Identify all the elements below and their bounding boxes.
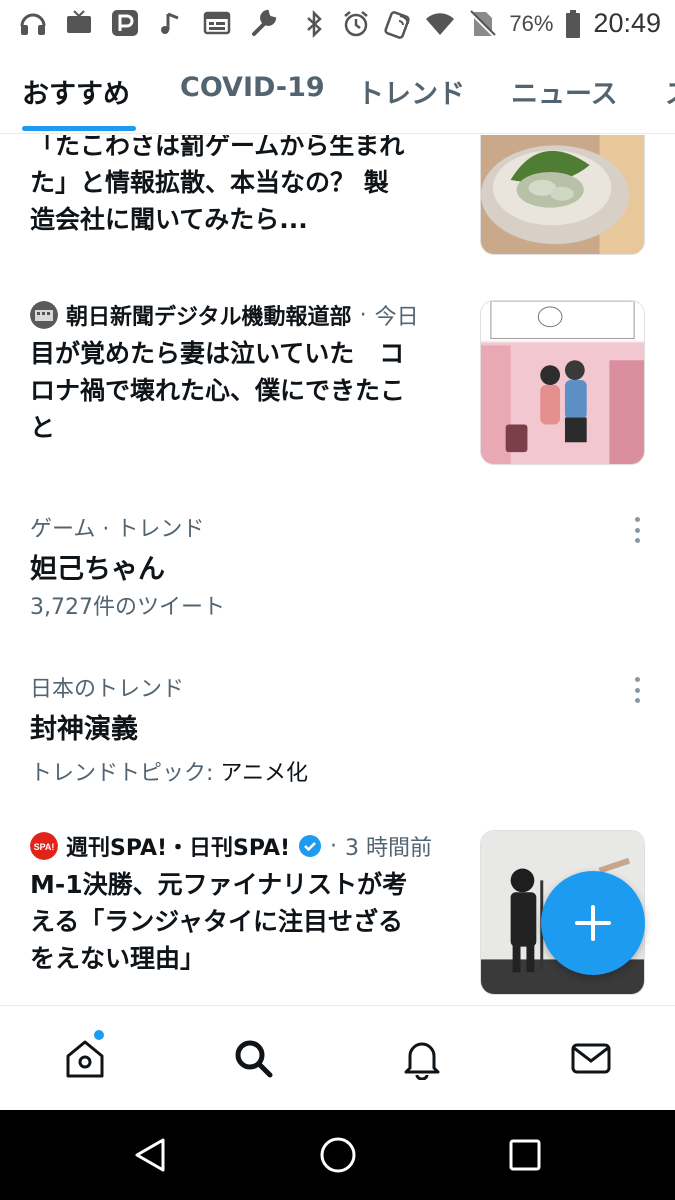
title-line: 造会社に聞いてみたら... [30, 205, 308, 234]
source-avatar-spa: SPA! [30, 832, 58, 860]
wifi-icon [425, 9, 455, 39]
source-avatar [30, 301, 58, 329]
title-line: ロナ禍で壊れた心、僕にできたこ [30, 376, 406, 405]
trend-category: 日本のトレンド [30, 677, 185, 702]
parking-app-icon [110, 8, 140, 38]
trend-tweet-count: 3,727件のツイート [30, 595, 225, 620]
compose-tweet-button[interactable] [541, 871, 645, 975]
tab-sports[interactable]: ス [665, 72, 675, 111]
explore-tabs: おすすめ COVID-19 トレンド ニュース ス [0, 48, 675, 134]
verified-badge-icon [298, 834, 322, 858]
trend-item[interactable]: 日本のトレンド 封神演義 トレンドトピック: アニメ化 [0, 645, 675, 810]
title-line: 目が覚めたら妻は泣いていた コ [30, 339, 405, 368]
nfc-icon [383, 9, 413, 39]
news-item[interactable]: 「たこわさは罰ゲームから生まれ た」と情報拡散、本当なの？ 製 造会社に聞いてみ… [0, 135, 675, 285]
svg-text:SPA!: SPA! [34, 842, 55, 852]
trend-item[interactable]: ゲーム · トレンド 妲己ちゃん 3,727件のツイート [0, 485, 675, 645]
status-left [18, 8, 278, 38]
bluetooth-icon [299, 9, 329, 39]
tab-trends[interactable]: トレンド [357, 72, 465, 111]
music-note-icon [156, 8, 186, 38]
calendar-icon [202, 8, 232, 38]
alarm-icon [341, 9, 371, 39]
tab-covid[interactable]: COVID-19 [180, 72, 325, 103]
title-line: をえない理由」 [30, 944, 206, 973]
battery-icon [565, 9, 581, 39]
trend-topic-label: トレンドトピック: [30, 761, 214, 786]
messages-icon[interactable] [569, 1036, 613, 1080]
bottom-navigation [0, 1005, 675, 1110]
back-icon[interactable] [130, 1135, 170, 1175]
news-meta: 朝日新聞デジタル機動報道部 · 今日 [30, 299, 419, 331]
news-source: 週刊SPA!・日刊SPA! [66, 836, 291, 861]
status-right: 76% 20:49 [299, 8, 661, 39]
trend-topic-value: アニメ化 [220, 761, 308, 786]
news-thumbnail-illustration[interactable] [480, 300, 645, 465]
news-time: 今日 [374, 305, 419, 330]
separator: · [330, 833, 338, 859]
headphones-icon [18, 8, 48, 38]
clock: 20:49 [593, 8, 661, 38]
title-line: 「たこわさは罰ゲームから生まれ [30, 135, 405, 160]
news-meta: SPA! 週刊SPA!・日刊SPA! · 3 時間前 [30, 830, 432, 862]
notifications-icon[interactable] [400, 1036, 444, 1081]
home-icon[interactable] [63, 1036, 107, 1080]
tab-news[interactable]: ニュース [511, 72, 618, 111]
tv-icon [64, 8, 94, 38]
separator: · [359, 302, 367, 328]
recents-icon[interactable] [505, 1135, 545, 1175]
android-navigation-bar [0, 1110, 675, 1200]
news-item[interactable]: 朝日新聞デジタル機動報道部 · 今日 目が覚めたら妻は泣いていた コ ロナ禍で壊… [0, 285, 675, 485]
title-line: と [30, 413, 56, 442]
title-line: M-1決勝、元ファイナリストが考 [30, 870, 408, 899]
wrench-icon [248, 8, 278, 38]
no-sim-icon [467, 9, 497, 39]
news-title: 「たこわさは罰ゲームから生まれ た」と情報拡散、本当なの？ 製 造会社に聞いてみ… [30, 135, 460, 238]
home-notification-dot [94, 1030, 104, 1040]
trend-category: ゲーム · トレンド [30, 517, 205, 542]
news-source: 朝日新聞デジタル機動報道部 [66, 305, 352, 330]
news-title: M-1決勝、元ファイナリストが考 える「ランジャタイに注目せざる をえない理由」 [30, 866, 460, 977]
battery-percent: 76% [509, 10, 554, 36]
tab-active-indicator [22, 126, 136, 131]
plus-icon [575, 905, 611, 941]
news-title: 目が覚めたら妻は泣いていた コ ロナ禍で壊れた心、僕にできたこ と [30, 335, 460, 446]
trend-name: 妲己ちゃん [30, 554, 165, 585]
trend-name: 封神演義 [30, 714, 138, 745]
more-options-icon[interactable] [628, 515, 646, 545]
title-line: た」と情報拡散、本当なの？ 製 [30, 168, 389, 197]
more-options-icon[interactable] [628, 675, 646, 705]
status-bar: 76% 20:49 [0, 0, 675, 48]
news-time: 3 時間前 [345, 836, 433, 861]
title-line: える「ランジャタイに注目せざる [30, 907, 404, 936]
tab-recommended[interactable]: おすすめ [22, 72, 130, 111]
home-circle-icon[interactable] [318, 1135, 358, 1175]
news-thumbnail-takowasa[interactable] [480, 135, 645, 255]
trend-topic: トレンドトピック: アニメ化 [30, 755, 308, 787]
search-icon[interactable] [231, 1036, 275, 1080]
